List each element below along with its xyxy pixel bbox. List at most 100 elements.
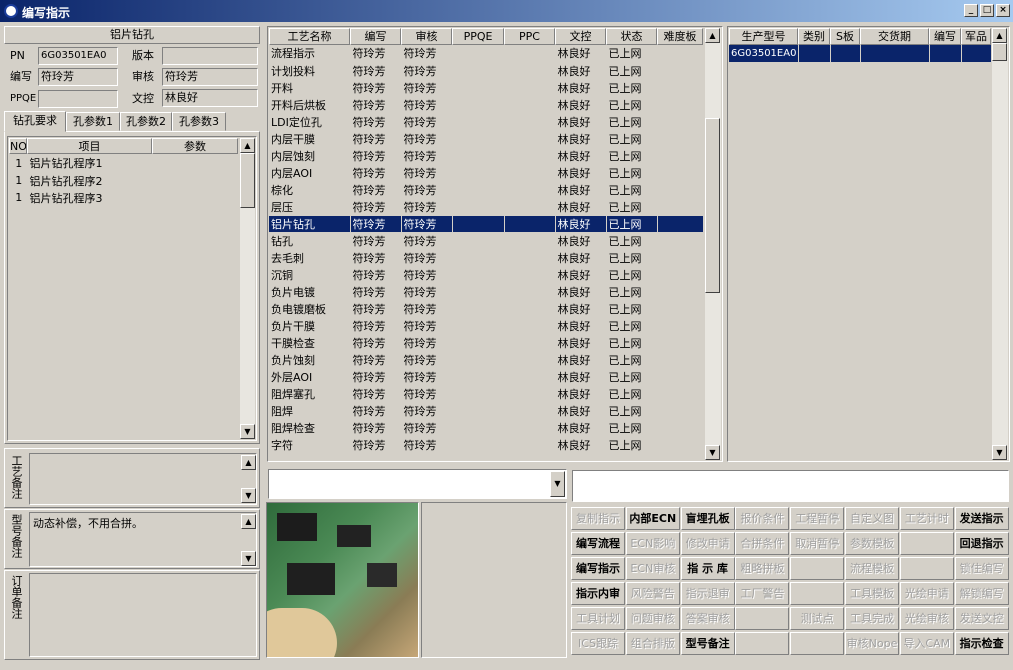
scroll-up-icon[interactable]: ▲	[241, 514, 256, 529]
col-dc[interactable]: 文控	[555, 28, 606, 45]
tab-hole-params-2[interactable]: 孔参数2	[120, 112, 172, 131]
reviewer-field[interactable]: 符玲芳	[162, 68, 258, 86]
table-row[interactable]: 阻焊塞孔 符玲芳 符玲芳 林良好 已上网	[269, 385, 703, 403]
empty-button[interactable]	[790, 557, 845, 580]
table-row[interactable]: 内层干膜 符玲芳 符玲芳 林良好 已上网	[269, 130, 703, 148]
col-status[interactable]: 状态	[606, 28, 657, 45]
action-button[interactable]: 流程模板	[845, 557, 899, 580]
scroll-down-icon[interactable]: ▼	[241, 551, 256, 566]
col-reviewer[interactable]: 审核	[401, 28, 452, 45]
empty-button[interactable]	[790, 582, 845, 605]
action-button[interactable]: 答案审核	[680, 607, 735, 630]
model-note-field[interactable]: 动态补偿，不用合拼。	[29, 512, 257, 567]
tab-drill-requirements[interactable]: 钻孔要求	[4, 111, 66, 132]
scroll-down-icon[interactable]: ▼	[705, 445, 720, 460]
action-button[interactable]: 锁住编写	[954, 557, 1009, 580]
action-button[interactable]: 工艺计时	[899, 507, 954, 530]
action-button[interactable]: 内部ECN	[625, 507, 680, 530]
action-button[interactable]: 编写指示	[571, 557, 625, 580]
version-field[interactable]	[162, 47, 258, 65]
col-military[interactable]: 军品	[961, 28, 991, 45]
table-row[interactable]: 负电镀磨板 符玲芳 符玲芳 林良好 已上网	[269, 300, 703, 318]
action-button[interactable]: 解锁编写	[954, 582, 1009, 605]
action-button[interactable]: 工具模板	[845, 582, 899, 605]
empty-button[interactable]	[899, 557, 954, 580]
tab-hole-params-3[interactable]: 孔参数3	[172, 112, 226, 131]
col-process-name[interactable]: 工艺名称	[269, 28, 350, 45]
action-button[interactable]: 工程暂停	[790, 507, 845, 530]
action-button[interactable]: 取消暂停	[790, 532, 845, 555]
col-ppc[interactable]: PPC	[504, 28, 555, 45]
action-button[interactable]: 型号备注	[680, 632, 735, 655]
action-button[interactable]: 发送文控	[954, 607, 1009, 630]
scroll-down-icon[interactable]: ▼	[240, 424, 255, 439]
table-row[interactable]: 内层AOI 符玲芳 符玲芳 林良好 已上网	[269, 164, 703, 182]
table-row[interactable]: 开料后烘板 符玲芳 符玲芳 林良好 已上网	[269, 96, 703, 114]
table-row[interactable]: 字符 符玲芳 符玲芳 林良好 已上网	[269, 436, 703, 454]
action-button[interactable]: 光绘申请	[899, 582, 954, 605]
col-difficulty[interactable]: 难度板	[657, 28, 703, 45]
action-button[interactable]: ICS跟踪	[571, 632, 625, 655]
action-button[interactable]: 光绘审核	[899, 607, 954, 630]
col-category[interactable]: 类别	[798, 28, 830, 45]
col-ppqe[interactable]: PPQE	[452, 28, 504, 45]
close-button[interactable]: ×	[996, 4, 1010, 17]
empty-button[interactable]	[790, 632, 845, 655]
drill-scrollbar[interactable]: ▲ ▼	[240, 138, 255, 439]
table-row[interactable]: 负片电镀 符玲芳 符玲芳 林良好 已上网	[269, 283, 703, 301]
action-button[interactable]: 复制指示	[571, 507, 625, 530]
dc-field[interactable]: 林良好	[162, 89, 258, 107]
scroll-thumb[interactable]	[992, 43, 1007, 61]
table-row[interactable]: 1 铝片钻孔程序2	[9, 172, 239, 190]
action-button[interactable]: 测试点	[790, 607, 845, 630]
action-button[interactable]: 工具计划	[571, 607, 625, 630]
table-row[interactable]: 内层蚀刻 符玲芳 符玲芳 林良好 已上网	[269, 147, 703, 165]
right-input[interactable]	[572, 470, 1009, 502]
restore-button[interactable]: □	[980, 4, 994, 17]
scroll-up-icon[interactable]: ▲	[240, 138, 255, 153]
scroll-up-icon[interactable]: ▲	[992, 28, 1007, 43]
table-row[interactable]: 沉铜 符玲芳 符玲芳 林良好 已上网	[269, 266, 703, 284]
action-button[interactable]: 风险警告	[625, 582, 680, 605]
chevron-down-icon[interactable]: ▼	[550, 471, 565, 497]
action-button[interactable]: 粗略拼板	[735, 557, 790, 580]
model-scrollbar[interactable]: ▲ ▼	[992, 28, 1008, 460]
table-row[interactable]: 流程指示 符玲芳 符玲芳 林良好 已上网	[269, 45, 703, 63]
minimize-button[interactable]: _	[964, 4, 978, 17]
col-model-author[interactable]: 编写	[929, 28, 961, 45]
action-button[interactable]: 自定义图	[845, 507, 899, 530]
scroll-down-icon[interactable]: ▼	[241, 488, 256, 503]
col-s-board[interactable]: S板	[830, 28, 860, 45]
col-item[interactable]: 项目	[27, 138, 152, 154]
col-no[interactable]: NO	[9, 138, 27, 154]
action-button[interactable]: 回退指示	[954, 532, 1009, 555]
action-button[interactable]: 指示退审	[680, 582, 735, 605]
action-button[interactable]: 导入CAM	[899, 632, 954, 655]
table-row[interactable]: 干膜检查 符玲芳 符玲芳 林良好 已上网	[269, 334, 703, 352]
tab-hole-params-1[interactable]: 孔参数1	[66, 112, 120, 131]
table-row[interactable]: 负片干膜 符玲芳 符玲芳 林良好 已上网	[269, 317, 703, 335]
table-row[interactable]: 计划投料 符玲芳 符玲芳 林良好 已上网	[269, 62, 703, 80]
table-row[interactable]: 阻焊 符玲芳 符玲芳 林良好 已上网	[269, 402, 703, 420]
action-button[interactable]: 指示内审	[571, 582, 625, 605]
table-row[interactable]: 6G03501EA0	[729, 45, 992, 63]
action-button[interactable]: 盲埋孔板	[680, 507, 735, 530]
scroll-thumb[interactable]	[705, 118, 720, 293]
action-button[interactable]: 参数模板	[845, 532, 899, 555]
action-button[interactable]: 修改申请	[680, 532, 735, 555]
action-button[interactable]: 指示检查	[954, 632, 1009, 655]
action-button[interactable]: 发送指示	[954, 507, 1009, 530]
table-row[interactable]: LDI定位孔 符玲芳 符玲芳 林良好 已上网	[269, 113, 703, 131]
scroll-up-icon[interactable]: ▲	[241, 455, 256, 470]
col-model[interactable]: 生产型号	[729, 28, 798, 45]
scroll-thumb[interactable]	[240, 153, 255, 208]
empty-button[interactable]	[735, 632, 790, 655]
col-author[interactable]: 编写	[350, 28, 401, 45]
process-note-field[interactable]	[29, 453, 257, 505]
order-note-field[interactable]	[29, 573, 257, 657]
action-button[interactable]: ECN审核	[625, 557, 680, 580]
action-button[interactable]: 问题审核	[625, 607, 680, 630]
empty-button[interactable]	[735, 607, 790, 630]
action-button[interactable]: 编写流程	[571, 532, 625, 555]
table-row[interactable]: 铝片钻孔 符玲芳 符玲芳 林良好 已上网	[269, 215, 703, 233]
